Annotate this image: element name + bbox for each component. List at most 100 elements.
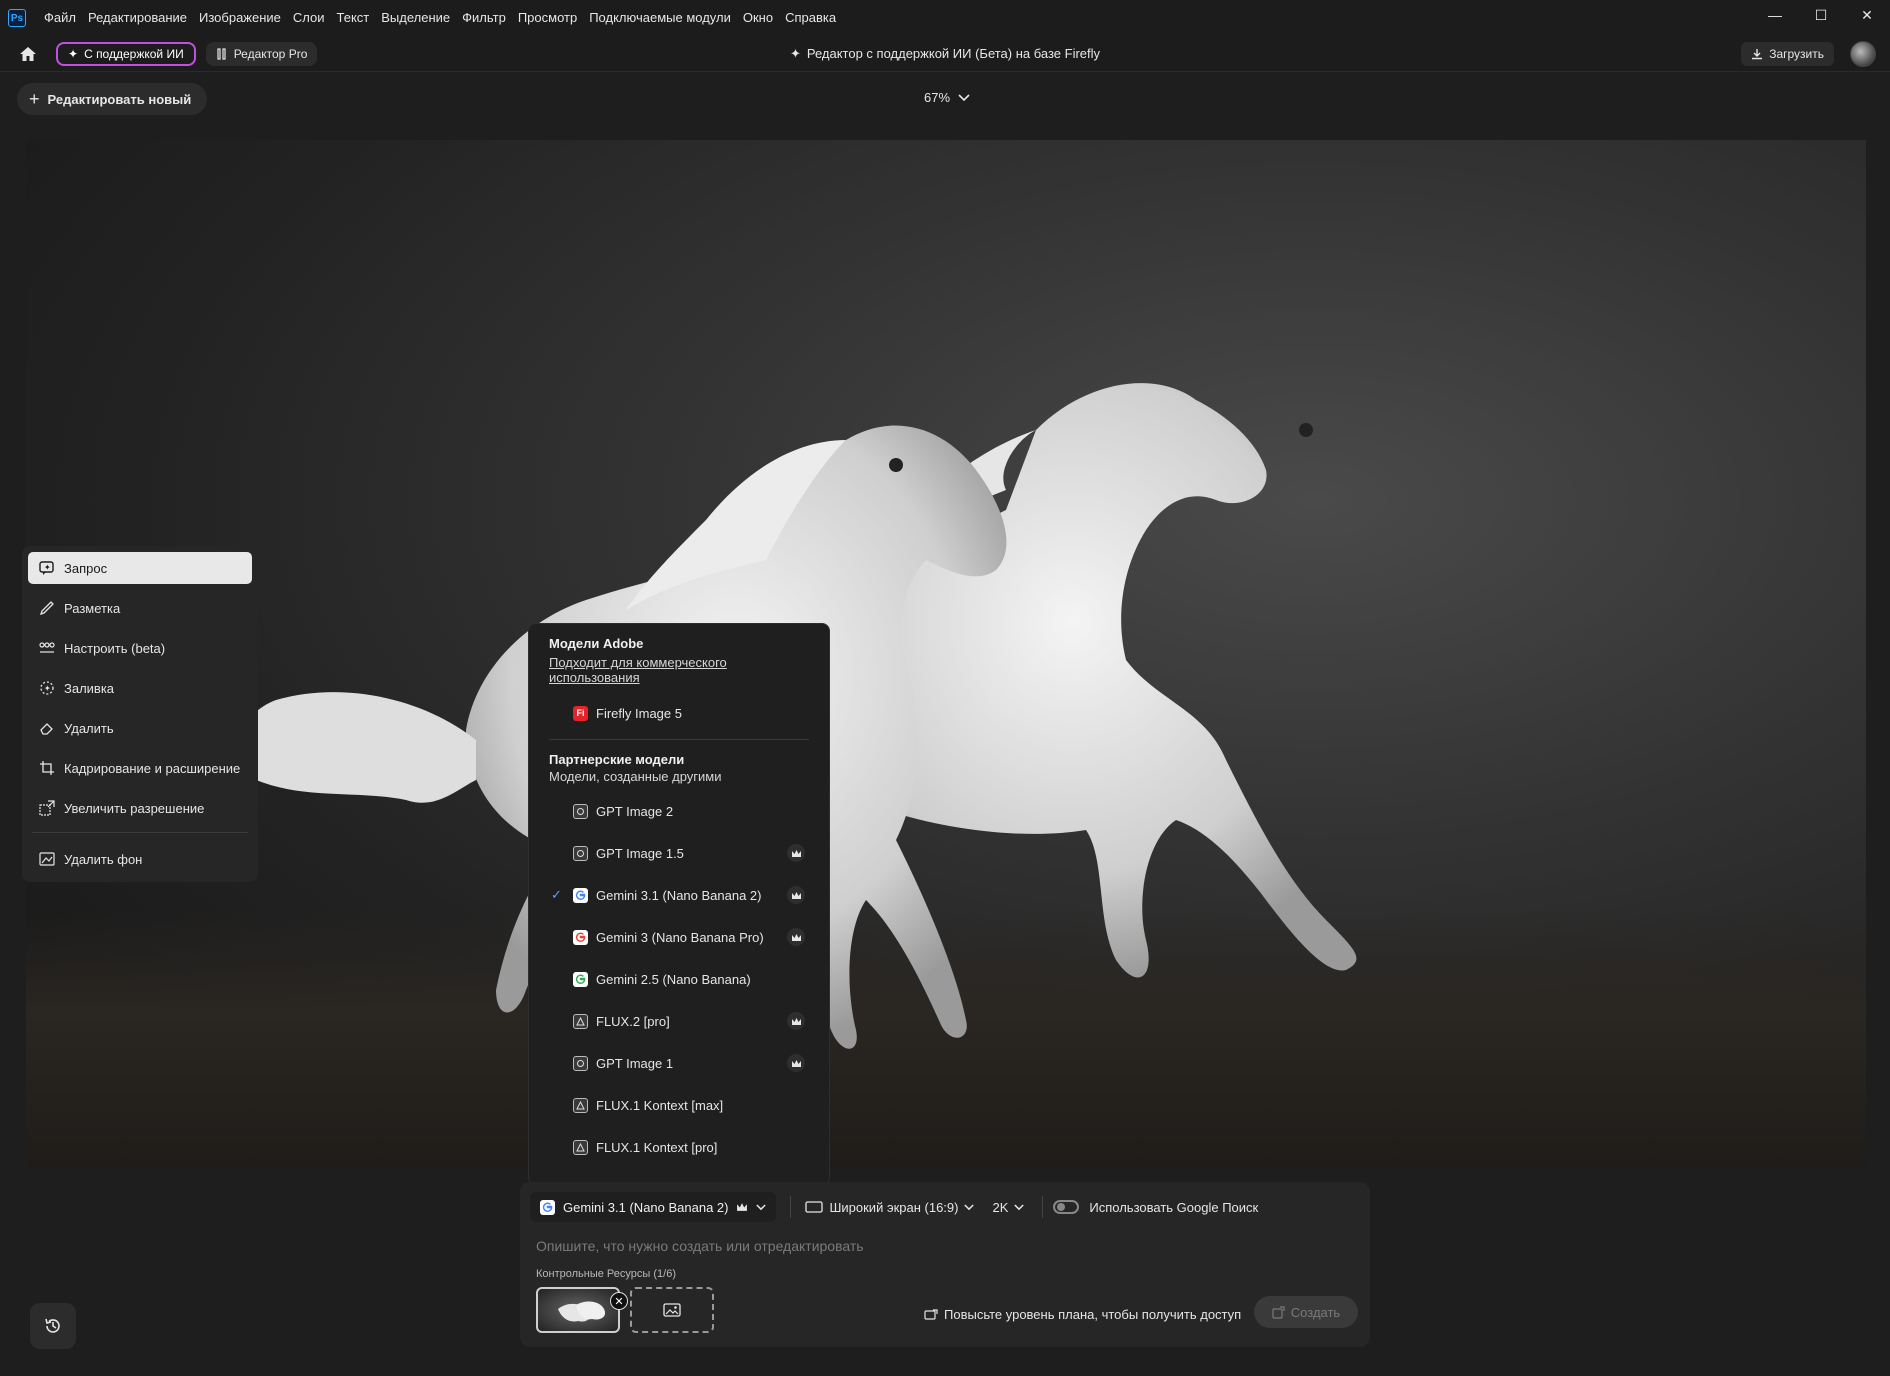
tool-upscale[interactable]: Увеличить разрешение (28, 792, 252, 824)
model-option-flux-2-pro[interactable]: FLUX.2 [pro] (529, 1000, 829, 1042)
app-header: ✦ Редактор с поддержкой ИИ (Бета) на базе… (0, 36, 1890, 72)
google-search-label: Использовать Google Поиск (1089, 1199, 1259, 1215)
new-edit-button[interactable]: + Редактировать новый (17, 83, 208, 115)
model-label: FLUX.2 [pro] (596, 1013, 670, 1029)
menu-edit[interactable]: Редактирование (82, 0, 193, 36)
tool-crop-expand[interactable]: Кадрирование и расширение (28, 752, 252, 784)
partner-models-heading: Партнерские модели (549, 752, 685, 767)
menu-select[interactable]: Выделение (375, 0, 456, 36)
sliders-icon (217, 47, 226, 60)
crown-icon (736, 1200, 748, 1215)
menu-image[interactable]: Изображение (193, 0, 287, 36)
model-label: GPT Image 1 (596, 1055, 674, 1071)
crown-icon (787, 1054, 805, 1072)
tool-prompt[interactable]: ✦ Запрос (28, 552, 252, 584)
model-option-gpt-image-1[interactable]: GPT Image 1 (529, 1042, 829, 1084)
plus-icon: + (29, 88, 40, 109)
tool-markup[interactable]: Разметка (28, 592, 252, 624)
commercial-use-link-line1[interactable]: Подходит для коммерческого (529, 655, 829, 670)
tool-adjust-label: Настроить (beta) (64, 640, 166, 656)
canvas-image[interactable] (26, 140, 1866, 1168)
model-label: Gemini 3 (Nano Banana Pro) (596, 929, 764, 945)
add-reference-button[interactable] (630, 1287, 714, 1333)
tool-remove-background[interactable]: Удалить фон (28, 843, 252, 875)
model-option-gpt-image-1-5[interactable]: GPT Image 1.5 (529, 832, 829, 874)
maximize-button[interactable]: ☐ (1798, 0, 1844, 30)
generate-icon (1272, 1305, 1285, 1319)
model-option-gpt-image-2[interactable]: GPT Image 2 (529, 790, 829, 832)
upscale-icon (38, 799, 56, 817)
window-controls: — ☐ ✕ (1752, 0, 1890, 30)
zoom-dropdown[interactable]: 67% (924, 90, 970, 105)
create-button[interactable]: Создать (1254, 1296, 1358, 1328)
menu-help[interactable]: Справка (779, 0, 842, 36)
chevron-down-icon (958, 93, 970, 101)
tool-prompt-label: Запрос (64, 560, 108, 576)
model-label: Firefly Image 5 (596, 705, 682, 721)
home-button[interactable] (8, 36, 48, 72)
model-label: FLUX.1 Kontext [pro] (596, 1139, 718, 1155)
menu-plugins[interactable]: Подключаемые модули (583, 0, 737, 36)
upgrade-plan-notice[interactable]: Повысьте уровень плана, чтобы получить д… (924, 1307, 1241, 1322)
close-button[interactable]: ✕ (1844, 0, 1890, 30)
tool-remove[interactable]: Удалить (28, 712, 252, 744)
eraser-icon (38, 719, 56, 737)
partner-models-subtitle: Модели, созданные другими (549, 769, 722, 784)
tool-crop-expand-label: Кадрирование и расширение (64, 760, 241, 776)
aspect-ratio-dropdown[interactable]: Широкий экран (16:9) (805, 1200, 975, 1215)
pro-editor-toggle[interactable]: Редактор Pro (205, 41, 318, 66)
horses-thumbnail-illustration (558, 1301, 606, 1322)
menu-layers[interactable]: Слои (287, 0, 331, 36)
upgrade-label: Повысьте уровень плана, чтобы получить д… (944, 1307, 1242, 1322)
control-resources-label: Контрольные Ресурсы (1/6) (536, 1268, 676, 1280)
resolution-dropdown[interactable]: 2K (992, 1200, 1025, 1215)
flux-icon (573, 1097, 588, 1113)
sparkle-icon: ✦ (68, 46, 79, 61)
history-button[interactable] (30, 1303, 76, 1349)
menu-view[interactable]: Просмотр (512, 0, 583, 36)
model-dropdown: Модели Adobe Подходит для коммерческого … (528, 623, 830, 1185)
svg-text:✦: ✦ (44, 684, 51, 693)
model-option-flux-1-kontext-pro[interactable]: FLUX.1 Kontext [pro] (529, 1126, 829, 1168)
markup-icon (38, 599, 56, 617)
openai-icon (573, 803, 588, 819)
svg-text:✦: ✦ (44, 563, 51, 572)
flux-icon (573, 1013, 588, 1029)
remove-reference-icon[interactable]: ✕ (610, 1292, 628, 1310)
model-option-gemini-3-1[interactable]: ✓ Gemini 3.1 (Nano Banana 2) (529, 874, 829, 916)
menu-file[interactable]: Файл (38, 0, 82, 36)
tool-adjust[interactable]: Настроить (beta) (28, 632, 252, 664)
prompt-input[interactable]: Опишите, что нужно создать или отредакти… (536, 1238, 864, 1254)
model-select-button[interactable]: Gemini 3.1 (Nano Banana 2) (530, 1192, 777, 1222)
menu-filter[interactable]: Фильтр (456, 0, 512, 36)
create-label: Создать (1290, 1304, 1341, 1320)
tool-fill-label: Заливка (64, 680, 115, 696)
chevron-down-icon (1014, 1203, 1025, 1210)
model-option-gemini-2-5[interactable]: Gemini 2.5 (Nano Banana) (529, 958, 829, 1000)
model-label: FLUX.1 Kontext [max] (596, 1097, 724, 1113)
google-icon (573, 929, 588, 945)
toggle-switch[interactable] (1053, 1200, 1080, 1214)
google-search-toggle[interactable]: Использовать Google Поиск (1053, 1200, 1258, 1215)
ai-mode-toggle[interactable]: ✦ С поддержкой ИИ (56, 41, 196, 66)
tool-upscale-label: Увеличить разрешение (64, 800, 205, 816)
horses-illustration (238, 383, 1357, 1049)
model-option-gemini-3[interactable]: Gemini 3 (Nano Banana Pro) (529, 916, 829, 958)
prompt-options-row: Gemini 3.1 (Nano Banana 2) Широкий экран… (530, 1192, 1276, 1222)
firefly-icon: Fi (573, 705, 588, 721)
crown-icon (787, 886, 805, 904)
reference-thumbnail[interactable] (536, 1287, 620, 1333)
menu-window[interactable]: Окно (737, 0, 779, 36)
minimize-button[interactable]: — (1752, 0, 1798, 30)
avatar[interactable] (1850, 41, 1876, 67)
upgrade-icon (924, 1308, 938, 1320)
menu-text[interactable]: Текст (331, 0, 376, 36)
tool-fill[interactable]: ✦ Заливка (28, 672, 252, 704)
model-option-firefly-image-5[interactable]: Fi Firefly Image 5 (529, 693, 829, 733)
selected-model-label: Gemini 3.1 (Nano Banana 2) (563, 1199, 729, 1215)
options-divider (790, 1196, 792, 1218)
commercial-use-link-line2[interactable]: использования (529, 670, 829, 685)
model-option-flux-1-kontext-max[interactable]: FLUX.1 Kontext [max] (529, 1084, 829, 1126)
upload-button[interactable]: Загрузить (1741, 42, 1834, 66)
photoshop-logo-icon: Ps (8, 9, 26, 27)
